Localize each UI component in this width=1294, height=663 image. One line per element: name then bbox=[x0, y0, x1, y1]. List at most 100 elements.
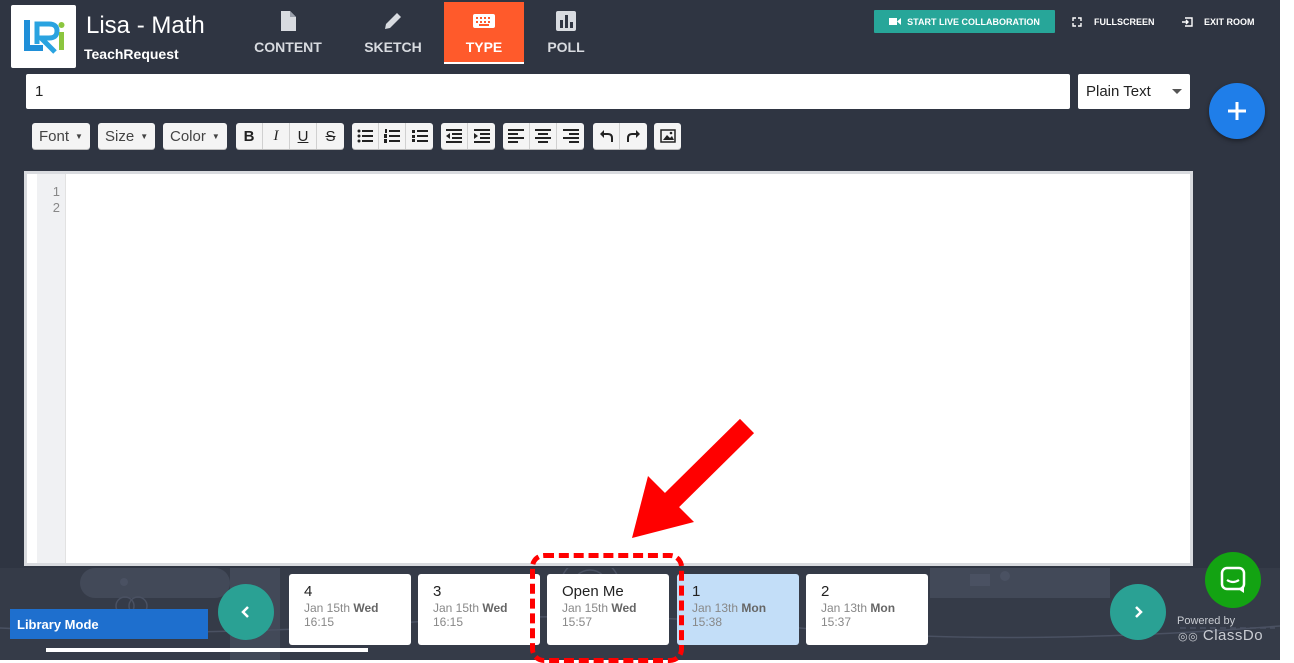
library-card[interactable]: 2 Jan 13th Mon 15:37 bbox=[806, 574, 928, 645]
chat-button[interactable] bbox=[1205, 552, 1261, 608]
room-subtitle: TeachRequest bbox=[84, 46, 179, 62]
add-button[interactable] bbox=[1209, 83, 1265, 139]
size-label: Size bbox=[105, 127, 135, 145]
font-label: Font bbox=[39, 127, 70, 145]
undo-button[interactable] bbox=[593, 123, 620, 149]
brand-name: ClassDo bbox=[1202, 627, 1264, 644]
fullscreen-button[interactable]: FULLSCREEN bbox=[1072, 10, 1155, 33]
card-day: Mon bbox=[870, 601, 896, 615]
align-right-button[interactable] bbox=[557, 123, 584, 149]
align-center-icon bbox=[535, 129, 551, 143]
indent-group bbox=[441, 123, 495, 149]
checklist-icon bbox=[411, 130, 428, 142]
strikethrough-button[interactable]: S bbox=[317, 123, 344, 149]
tab-content[interactable]: CONTENT bbox=[244, 2, 332, 62]
previous-button[interactable] bbox=[218, 584, 274, 640]
document-icon bbox=[244, 10, 332, 32]
underline-button[interactable]: U bbox=[290, 123, 317, 149]
outdent-icon bbox=[446, 129, 462, 143]
bold-icon: B bbox=[243, 127, 255, 145]
classdo-brand: ◎◎ ClassDo bbox=[1178, 627, 1263, 644]
numbered-list-icon bbox=[384, 129, 400, 143]
bold-button[interactable]: B bbox=[236, 123, 263, 149]
checklist-button[interactable] bbox=[406, 123, 433, 149]
live-collab-label: START LIVE COLLABORATION bbox=[907, 16, 1040, 27]
chevron-left-icon bbox=[241, 606, 249, 618]
card-title: 3 bbox=[433, 583, 442, 600]
text-mode-select[interactable]: Plain Text bbox=[1078, 74, 1190, 109]
card-day: Wed bbox=[353, 601, 379, 615]
tab-poll[interactable]: POLL bbox=[530, 2, 602, 62]
text-style-group: B I U S bbox=[236, 123, 344, 149]
fullscreen-icon bbox=[1072, 16, 1082, 27]
library-card[interactable]: 4 Jan 15th Wed 16:15 bbox=[289, 574, 411, 645]
app-logo[interactable] bbox=[11, 5, 76, 68]
tab-label: SKETCH bbox=[364, 39, 422, 55]
powered-by-label: Powered by bbox=[1177, 615, 1236, 627]
card-day: Mon bbox=[741, 601, 767, 615]
text-editor[interactable]: 1 2 bbox=[24, 171, 1193, 566]
chat-icon bbox=[1220, 566, 1246, 593]
video-camera-icon bbox=[889, 18, 902, 25]
card-date: Jan 13th bbox=[692, 601, 739, 615]
align-center-button[interactable] bbox=[530, 123, 557, 149]
color-dropdown[interactable]: Color ▼ bbox=[163, 123, 227, 149]
italic-button[interactable]: I bbox=[263, 123, 290, 149]
tab-sketch[interactable]: SKETCH bbox=[352, 2, 434, 62]
library-card[interactable]: 3 Jan 15th Wed 16:15 bbox=[418, 574, 540, 645]
outdent-button[interactable] bbox=[441, 123, 468, 149]
tab-label: CONTENT bbox=[254, 39, 322, 55]
start-live-collaboration-button[interactable]: START LIVE COLLABORATION bbox=[874, 10, 1055, 33]
next-button[interactable] bbox=[1110, 584, 1166, 640]
card-date: Jan 15th bbox=[433, 601, 480, 615]
indent-button[interactable] bbox=[468, 123, 495, 149]
card-time: 16:15 bbox=[433, 615, 464, 629]
caret-down-icon bbox=[1172, 88, 1182, 94]
library-mode-badge: Library Mode bbox=[10, 609, 208, 639]
card-time: 15:37 bbox=[821, 615, 852, 629]
bullet-list-icon bbox=[357, 129, 373, 143]
exit-icon bbox=[1182, 16, 1193, 27]
tab-label: TYPE bbox=[465, 39, 503, 55]
indent-icon bbox=[473, 129, 490, 143]
bar-chart-icon bbox=[530, 10, 602, 32]
chevron-right-icon bbox=[1135, 606, 1143, 618]
caret-down-icon: ▼ bbox=[211, 131, 220, 141]
insert-image-button[interactable] bbox=[654, 123, 681, 149]
size-dropdown[interactable]: Size ▼ bbox=[98, 123, 156, 149]
redo-button[interactable] bbox=[620, 123, 647, 149]
align-left-icon bbox=[508, 129, 524, 143]
logo-icon bbox=[24, 20, 65, 54]
font-dropdown[interactable]: Font ▼ bbox=[32, 123, 90, 149]
undo-icon bbox=[600, 130, 613, 142]
tab-type[interactable]: TYPE bbox=[444, 2, 524, 64]
tab-label: POLL bbox=[547, 39, 585, 55]
card-day: Wed bbox=[482, 601, 508, 615]
card-date: Jan 15th bbox=[304, 601, 351, 615]
caret-down-icon: ▼ bbox=[140, 131, 149, 141]
card-time: 16:15 bbox=[304, 615, 335, 629]
strikethrough-icon: S bbox=[325, 127, 336, 145]
history-group bbox=[593, 123, 647, 149]
line-number-gutter: 1 2 bbox=[37, 174, 66, 563]
redo-icon bbox=[626, 130, 640, 142]
caret-down-icon: ▼ bbox=[75, 131, 83, 141]
bullet-list-button[interactable] bbox=[352, 123, 379, 149]
image-icon bbox=[659, 129, 676, 143]
scroll-indicator bbox=[46, 648, 368, 652]
card-title: 4 bbox=[304, 583, 313, 600]
brand-glyph-icon: ◎◎ bbox=[1178, 631, 1199, 643]
keyboard-icon bbox=[444, 10, 524, 32]
pencil-icon bbox=[352, 10, 434, 32]
plus-icon bbox=[1228, 102, 1246, 120]
align-group bbox=[503, 123, 584, 149]
numbered-list-button[interactable] bbox=[379, 123, 406, 149]
align-left-button[interactable] bbox=[503, 123, 530, 149]
note-title-input[interactable] bbox=[26, 74, 1070, 109]
card-title: 2 bbox=[821, 583, 830, 600]
library-card-selected[interactable]: 1 Jan 13th Mon 15:38 bbox=[677, 574, 799, 645]
exit-room-button[interactable]: EXIT ROOM bbox=[1181, 10, 1255, 33]
line-number: 2 bbox=[52, 200, 60, 215]
media-group bbox=[654, 123, 681, 149]
italic-icon: I bbox=[273, 127, 279, 144]
